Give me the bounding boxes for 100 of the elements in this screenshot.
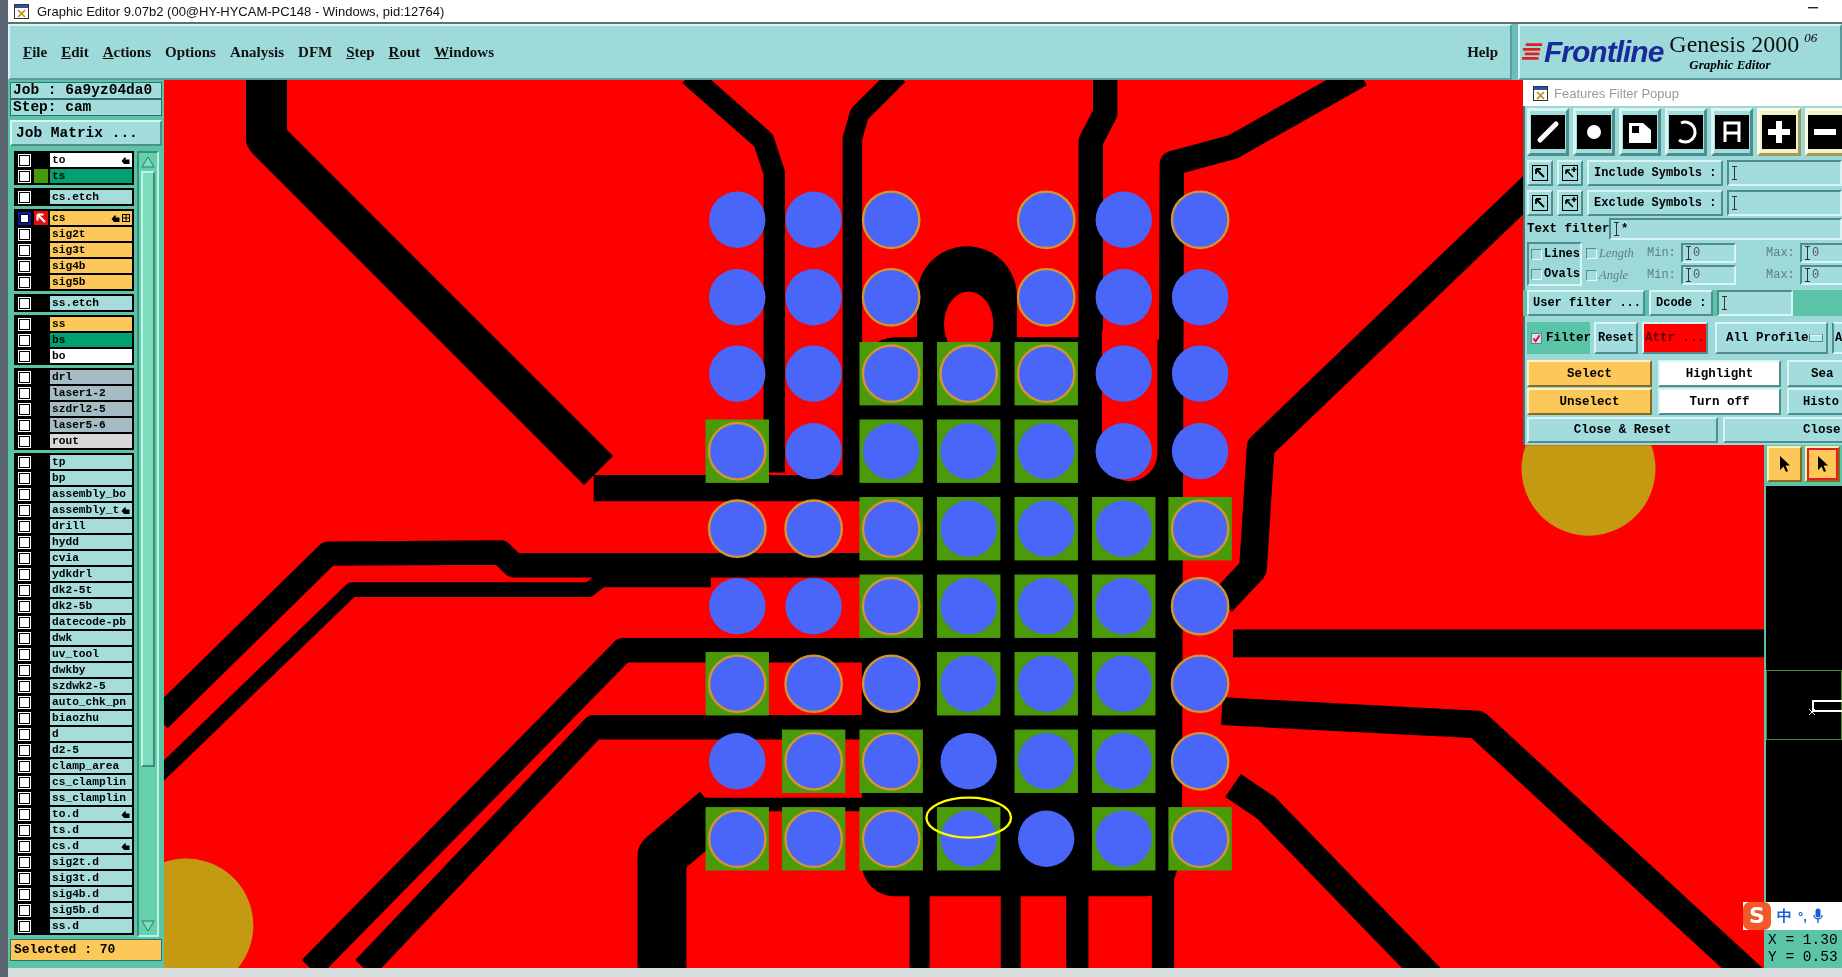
layer-name[interactable]: ss_clamplin — [50, 791, 132, 805]
scrollbar-thumb[interactable] — [141, 171, 155, 767]
menu-item[interactable]: Rout — [388, 43, 421, 61]
menu-item[interactable]: Step — [346, 43, 375, 61]
layer-name[interactable]: tp — [50, 455, 132, 469]
menu-item[interactable]: File — [23, 43, 48, 61]
menu-item[interactable]: Actions — [102, 43, 152, 61]
layer-name[interactable]: ydkdrl — [50, 567, 132, 581]
layer-checkbox[interactable] — [18, 759, 31, 773]
pointer-button[interactable] — [1767, 446, 1802, 482]
layer-name[interactable]: d — [50, 727, 132, 741]
layer-checkbox[interactable] — [18, 455, 31, 469]
layer-checkbox[interactable] — [18, 296, 31, 310]
layer-checkbox[interactable] — [18, 791, 31, 805]
layer-checkbox[interactable] — [18, 839, 31, 853]
pick-symbol-button[interactable] — [1527, 190, 1553, 216]
layer-checkbox[interactable] — [18, 190, 31, 204]
dcode-field[interactable] — [1717, 290, 1793, 316]
layer-name[interactable]: szdrl2-5 — [50, 402, 132, 416]
layer-name[interactable]: sig2t — [50, 227, 132, 241]
layer-checkbox[interactable] — [18, 434, 31, 448]
layer-checkbox[interactable] — [18, 871, 31, 885]
clipped-button[interactable]: A — [1832, 322, 1842, 354]
layer-name[interactable]: sig5b — [50, 275, 132, 289]
layer-name[interactable]: ts — [50, 169, 132, 183]
layer-checkbox[interactable] — [18, 631, 31, 645]
layer-checkbox[interactable] — [18, 519, 31, 533]
layer-checkbox[interactable] — [18, 711, 31, 725]
action-button[interactable]: Unselect — [1527, 388, 1652, 415]
layer-name[interactable]: dk2-5b — [50, 599, 132, 613]
symbols-button[interactable]: Include Symbols : — [1587, 160, 1723, 186]
add-symbol-button[interactable] — [1557, 160, 1583, 186]
feature-type-button[interactable] — [1665, 108, 1707, 156]
layer-name[interactable]: hydd — [50, 535, 132, 549]
layer-checkbox[interactable] — [18, 487, 31, 501]
layer-checkbox[interactable] — [18, 647, 31, 661]
layer-name[interactable]: laser5-6 — [50, 418, 132, 432]
checkbox[interactable] — [1531, 248, 1542, 260]
layer-checkbox[interactable] — [18, 259, 31, 273]
layer-name[interactable]: dwk — [50, 631, 132, 645]
microphone-icon[interactable] — [1812, 908, 1823, 924]
up-arrow-icon[interactable] — [140, 155, 156, 169]
layer-checkbox[interactable] — [18, 471, 31, 485]
layer-name[interactable]: d2-5 — [50, 743, 132, 757]
layer-checkbox[interactable] — [18, 727, 31, 741]
layer-checkbox[interactable] — [18, 743, 31, 757]
action-button[interactable]: Histo — [1787, 388, 1842, 415]
layer-name[interactable]: bs — [50, 333, 132, 347]
symbols-field[interactable] — [1727, 160, 1842, 186]
layer-checkbox[interactable] — [18, 386, 31, 400]
input-mode-toggle[interactable]: 中 — [1777, 906, 1792, 926]
layer-checkbox[interactable] — [18, 583, 31, 597]
layer-checkbox[interactable] — [18, 551, 31, 565]
layer-name[interactable]: cs.d — [50, 839, 132, 853]
layer-name[interactable]: cs — [50, 211, 132, 225]
layer-checkbox[interactable] — [18, 418, 31, 432]
layer-name[interactable]: biaozhu — [50, 711, 132, 725]
menu-item[interactable]: Analysis — [229, 43, 285, 61]
symbols-field[interactable] — [1727, 190, 1842, 216]
layer-name[interactable]: bp — [50, 471, 132, 485]
help-menu[interactable]: Help — [1467, 43, 1498, 61]
symbols-button[interactable]: Exclude Symbols : — [1587, 190, 1723, 216]
layer-name[interactable]: bo — [50, 349, 132, 363]
layer-name[interactable]: ss.d — [50, 919, 132, 933]
layer-name[interactable]: sig4b — [50, 259, 132, 273]
text-filter-field[interactable]: * — [1609, 218, 1842, 240]
feature-type-button[interactable] — [1573, 108, 1615, 156]
layer-checkbox[interactable] — [18, 535, 31, 549]
action-button[interactable]: Sea — [1787, 360, 1842, 387]
layer-checkbox[interactable] — [18, 275, 31, 289]
feature-type-button[interactable] — [1619, 108, 1661, 156]
layer-checkbox[interactable] — [18, 887, 31, 901]
layer-name[interactable]: auto_chk_pn — [50, 695, 132, 709]
menu-item[interactable]: DFM — [298, 43, 333, 61]
layer-name[interactable]: datecode-pb — [50, 615, 132, 629]
layer-checkbox[interactable] — [18, 317, 31, 331]
layer-name[interactable]: to — [50, 153, 132, 167]
layer-name[interactable]: laser1-2 — [50, 386, 132, 400]
checkbox[interactable] — [1531, 332, 1542, 344]
layer-checkbox[interactable] — [18, 807, 31, 821]
layer-name[interactable]: cvia — [50, 551, 132, 565]
layer-name[interactable]: assembly_bo — [50, 487, 132, 501]
layer-name[interactable]: drill — [50, 519, 132, 533]
scrollbar-track[interactable] — [137, 151, 159, 937]
down-arrow-icon[interactable] — [140, 919, 156, 933]
user-filter-button[interactable]: User filter ... — [1527, 290, 1645, 316]
layer-name[interactable]: ss.etch — [50, 296, 132, 310]
layer-checkbox[interactable] — [18, 919, 31, 933]
feature-type-button[interactable] — [1711, 108, 1753, 156]
layer-checkbox[interactable] — [18, 333, 31, 347]
layer-checkbox[interactable] — [18, 503, 31, 517]
layer-name[interactable]: sig3t.d — [50, 871, 132, 885]
layer-name[interactable]: assembly_t — [50, 503, 132, 517]
layer-name[interactable]: sig2t.d — [50, 855, 132, 869]
close-button[interactable]: Close & Reset — [1527, 417, 1718, 443]
layer-name[interactable]: to.d — [50, 807, 132, 821]
layer-checkbox[interactable] — [18, 599, 31, 613]
layer-checkbox[interactable] — [18, 679, 31, 693]
layer-name[interactable]: cs.etch — [50, 190, 132, 204]
layer-checkbox[interactable] — [18, 349, 31, 363]
